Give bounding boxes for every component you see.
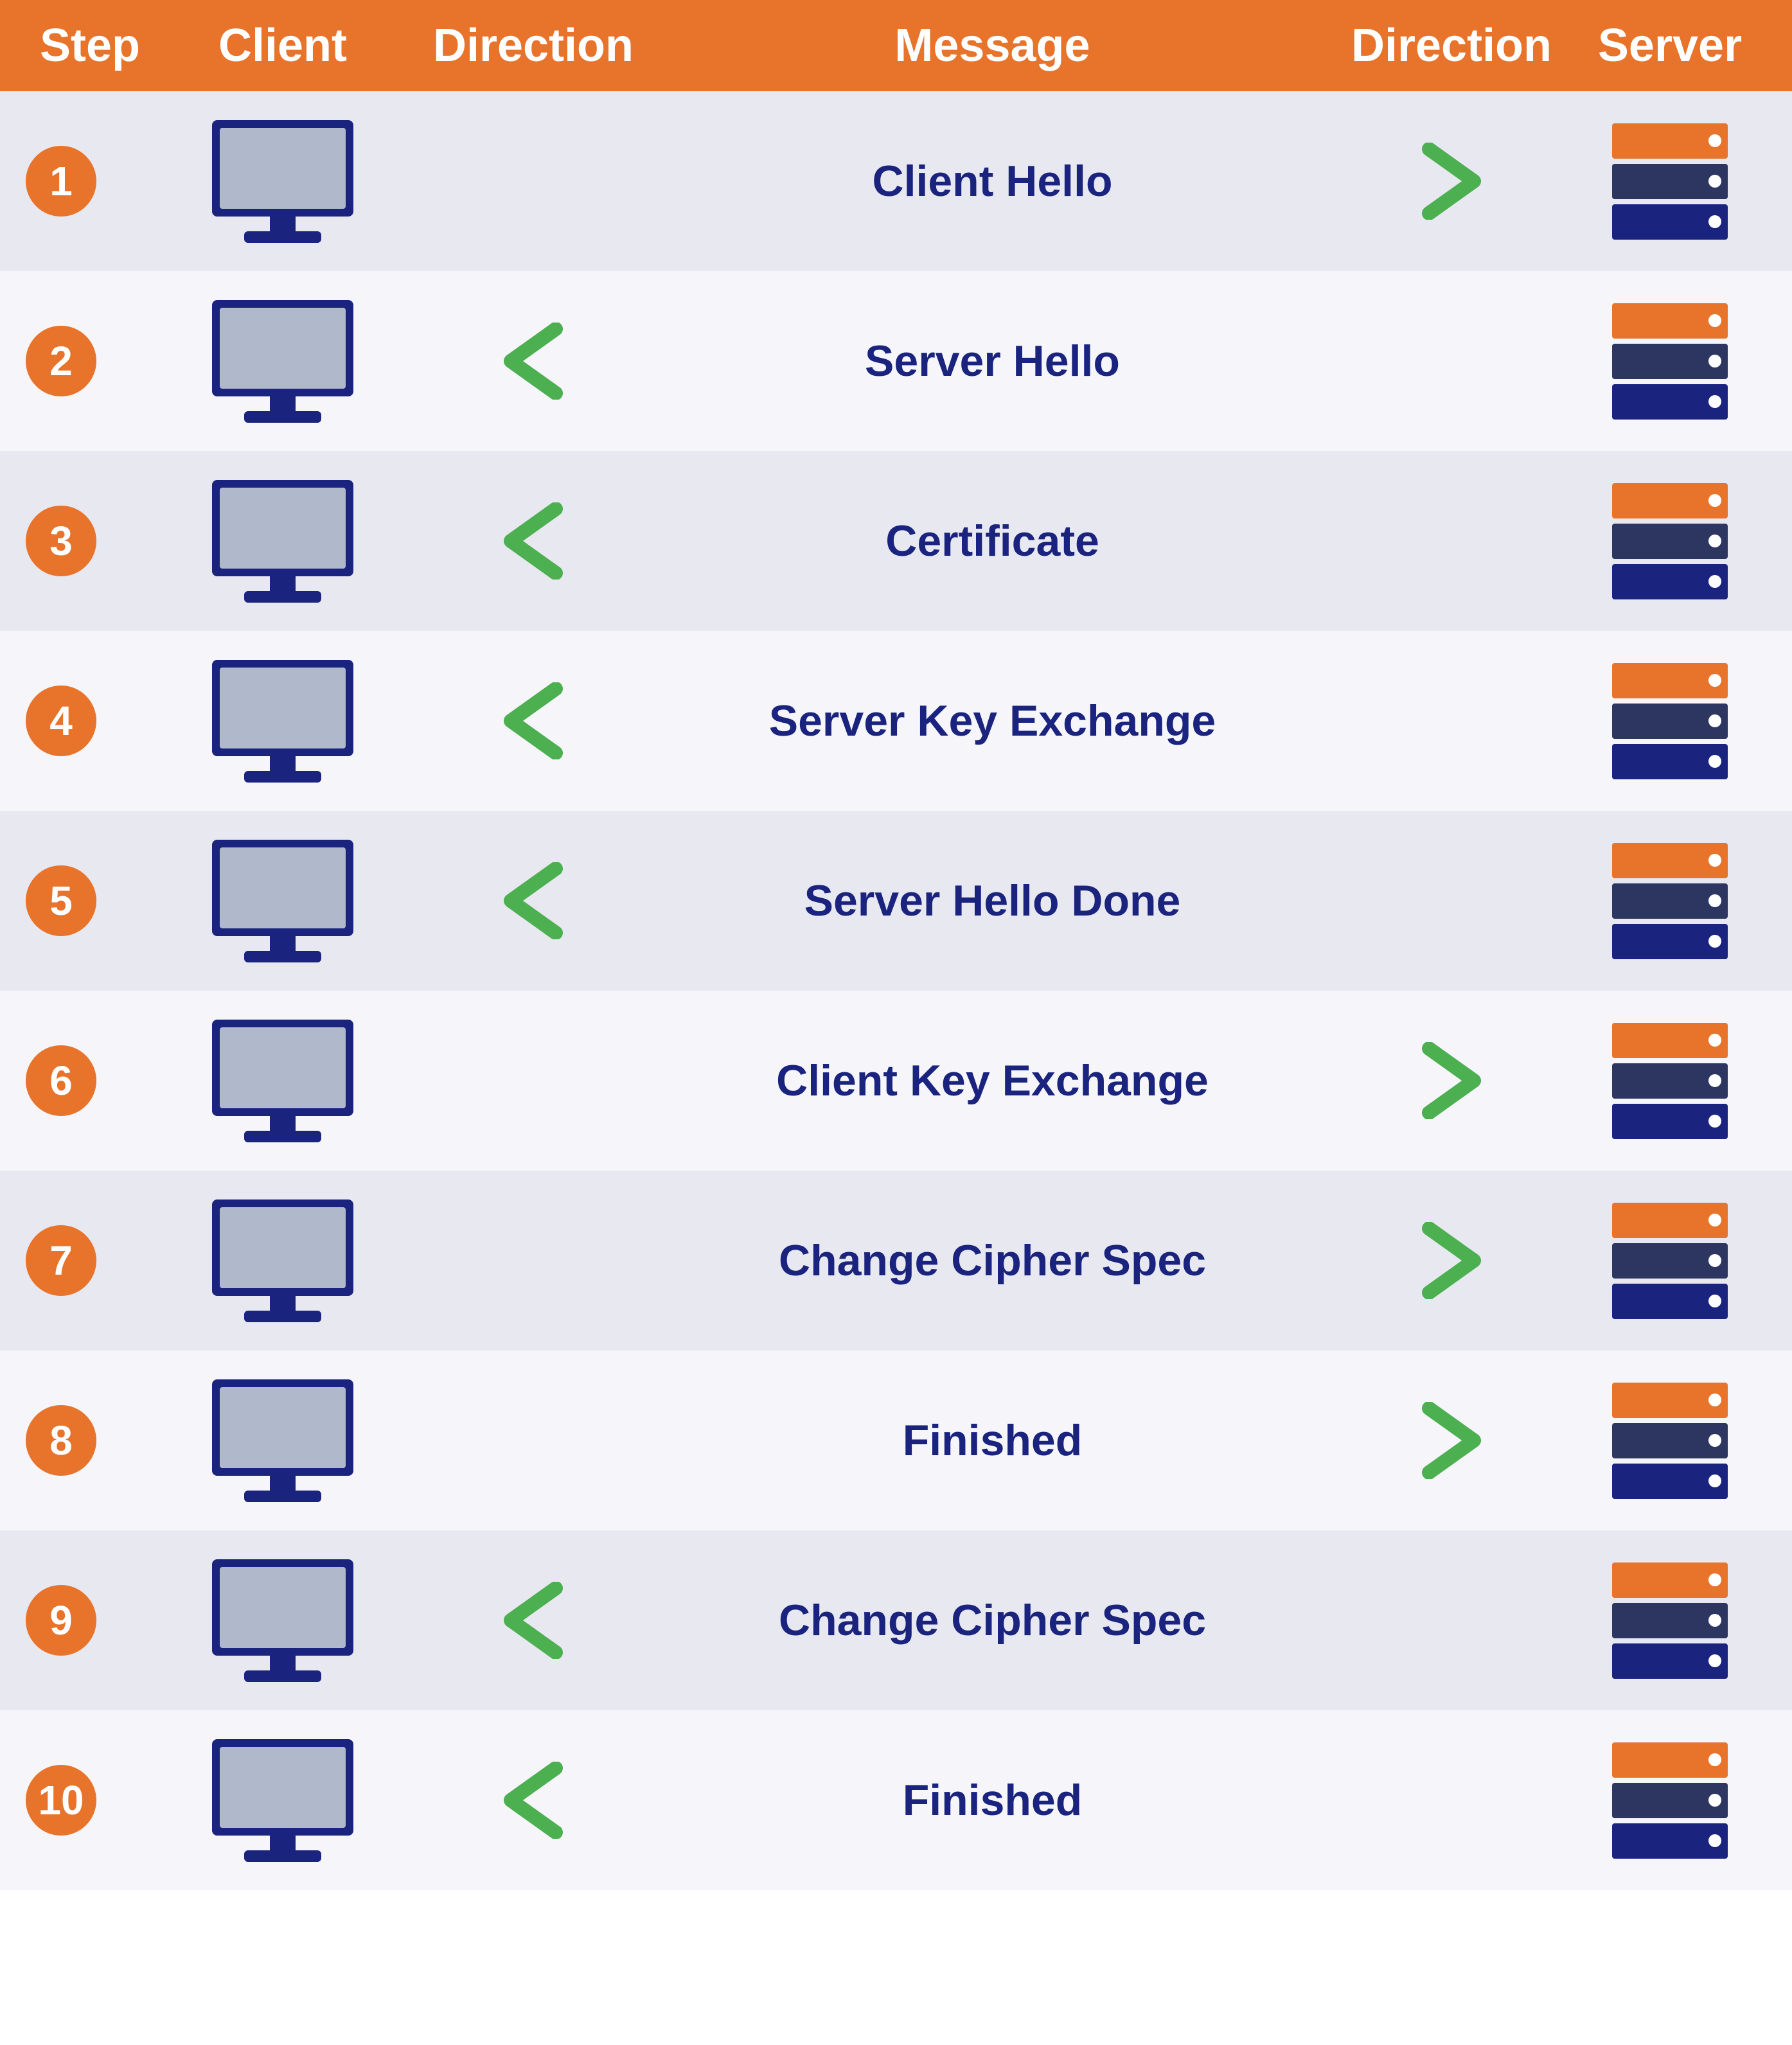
- table-row-8: 8 Finished: [0, 1350, 1792, 1530]
- direction-right-8: [1329, 1402, 1574, 1479]
- step-badge-4: 4: [26, 686, 96, 756]
- direction-left-4: [411, 682, 655, 759]
- step-badge-8: 8: [26, 1405, 96, 1476]
- direction-left-8: [411, 1402, 655, 1479]
- table-row-2: 2 Server Hello: [0, 271, 1792, 451]
- direction-right-4: [1329, 682, 1574, 759]
- step-badge-6: 6: [26, 1045, 96, 1116]
- step-col-2: 2: [26, 326, 154, 396]
- client-monitor-7: [154, 1193, 411, 1328]
- direction-right-3: [1329, 502, 1574, 580]
- tls-handshake-table: Step Client Direction Message Direction …: [0, 0, 1792, 1890]
- client-monitor-10: [154, 1733, 411, 1868]
- server-rack-4: [1574, 657, 1766, 785]
- direction-left-6: [411, 1042, 655, 1119]
- client-monitor-3: [154, 474, 411, 608]
- direction-left-7: [411, 1222, 655, 1299]
- step-col-1: 1: [26, 146, 154, 217]
- server-rack-10: [1574, 1736, 1766, 1864]
- direction-right-1: [1329, 143, 1574, 220]
- direction-right-5: [1329, 862, 1574, 939]
- message-2: Server Hello: [655, 336, 1329, 386]
- step-badge-2: 2: [26, 326, 96, 396]
- server-rack-7: [1574, 1196, 1766, 1325]
- table-row-6: 6 Client Key Exchange: [0, 991, 1792, 1171]
- server-rack-8: [1574, 1376, 1766, 1505]
- header-server: Server: [1574, 19, 1766, 72]
- step-badge-3: 3: [26, 506, 96, 576]
- table-header: Step Client Direction Message Direction …: [0, 0, 1792, 91]
- direction-left-1: [411, 143, 655, 220]
- step-badge-7: 7: [26, 1225, 96, 1296]
- message-10: Finished: [655, 1775, 1329, 1825]
- table-row-4: 4 Server Key Exchange: [0, 631, 1792, 811]
- message-8: Finished: [655, 1415, 1329, 1465]
- table-row-10: 10 Finished: [0, 1710, 1792, 1890]
- direction-right-9: [1329, 1582, 1574, 1659]
- step-badge-10: 10: [26, 1765, 96, 1836]
- step-col-4: 4: [26, 686, 154, 756]
- header-direction-left: Direction: [411, 19, 655, 72]
- client-monitor-8: [154, 1373, 411, 1508]
- direction-right-10: [1329, 1762, 1574, 1839]
- server-rack-9: [1574, 1556, 1766, 1685]
- message-4: Server Key Exchange: [655, 696, 1329, 746]
- direction-left-10: [411, 1762, 655, 1839]
- server-rack-2: [1574, 297, 1766, 425]
- message-1: Client Hello: [655, 156, 1329, 206]
- step-col-8: 8: [26, 1405, 154, 1476]
- message-9: Change Cipher Spec: [655, 1595, 1329, 1645]
- table-body: 1 Client Hello 2: [0, 91, 1792, 1890]
- server-rack-5: [1574, 837, 1766, 965]
- step-col-5: 5: [26, 865, 154, 936]
- step-col-7: 7: [26, 1225, 154, 1296]
- table-row-3: 3 Certificate: [0, 451, 1792, 631]
- message-7: Change Cipher Spec: [655, 1235, 1329, 1286]
- direction-left-2: [411, 323, 655, 400]
- step-col-6: 6: [26, 1045, 154, 1116]
- direction-left-3: [411, 502, 655, 580]
- client-monitor-6: [154, 1013, 411, 1148]
- message-3: Certificate: [655, 516, 1329, 566]
- step-badge-5: 5: [26, 865, 96, 936]
- message-6: Client Key Exchange: [655, 1056, 1329, 1106]
- step-col-10: 10: [26, 1765, 154, 1836]
- direction-left-9: [411, 1582, 655, 1659]
- header-message: Message: [655, 19, 1329, 72]
- client-monitor-4: [154, 653, 411, 788]
- client-monitor-1: [154, 114, 411, 249]
- step-col-9: 9: [26, 1585, 154, 1656]
- step-badge-1: 1: [26, 146, 96, 217]
- client-monitor-5: [154, 833, 411, 968]
- message-5: Server Hello Done: [655, 876, 1329, 926]
- server-rack-3: [1574, 477, 1766, 605]
- direction-right-7: [1329, 1222, 1574, 1299]
- direction-right-2: [1329, 323, 1574, 400]
- table-row-5: 5 Server Hello Done: [0, 811, 1792, 991]
- server-rack-1: [1574, 117, 1766, 245]
- client-monitor-9: [154, 1553, 411, 1688]
- direction-left-5: [411, 862, 655, 939]
- table-row-9: 9 Change Cipher Spec: [0, 1530, 1792, 1710]
- step-badge-9: 9: [26, 1585, 96, 1656]
- step-col-3: 3: [26, 506, 154, 576]
- header-step: Step: [26, 19, 154, 72]
- table-row-7: 7 Change Cipher Spec: [0, 1171, 1792, 1350]
- table-row-1: 1 Client Hello: [0, 91, 1792, 271]
- server-rack-6: [1574, 1016, 1766, 1145]
- header-client: Client: [154, 19, 411, 72]
- header-direction-right: Direction: [1329, 19, 1574, 72]
- direction-right-6: [1329, 1042, 1574, 1119]
- client-monitor-2: [154, 294, 411, 429]
